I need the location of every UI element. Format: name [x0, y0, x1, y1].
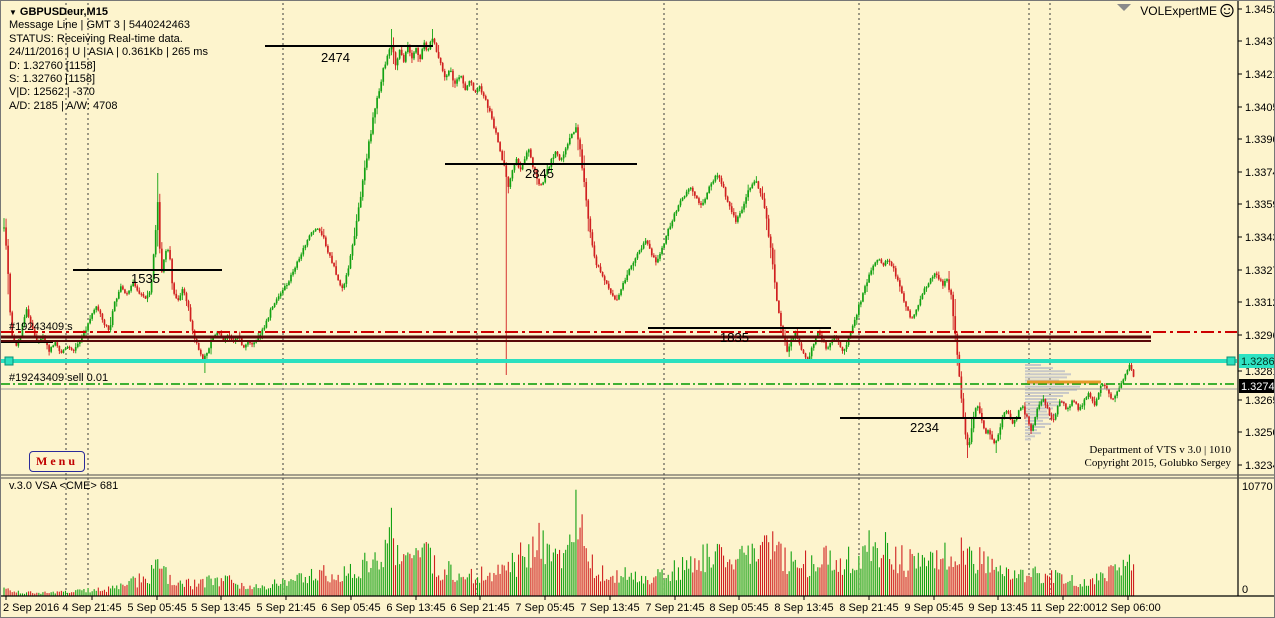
line-handle[interactable]: [4, 356, 14, 366]
price-axis-label: 1.32655: [1245, 395, 1275, 407]
credits-line1: Department of VTS v 3.0 | 1010: [1089, 444, 1231, 456]
time-axis-label: 6 Sep 13:45: [386, 602, 445, 614]
time-axis-label: 5 Sep 21:45: [256, 602, 315, 614]
credits-block: Department of VTS v 3.0 | 1010 Copyright…: [1085, 444, 1231, 469]
time-axis-label: 7 Sep 13:45: [580, 602, 639, 614]
expert-smiley-icon[interactable]: [1220, 3, 1234, 18]
annotation-label: 2474: [321, 50, 350, 65]
time-axis-label: 11 Sep 22:00: [1031, 602, 1096, 614]
annotation-label: 1535: [131, 271, 160, 286]
time-axis-label: 6 Sep 21:45: [450, 602, 509, 614]
time-axis-label: 8 Sep 13:45: [774, 602, 833, 614]
expert-name: VOLExpertME: [1140, 4, 1217, 18]
credits-line2: Copyright 2015, Golubko Sergey: [1084, 456, 1231, 469]
expert-indicator: VOLExpertME: [1117, 3, 1234, 18]
order-labels: #19243409 s #19243409 sell 0.01: [9, 321, 108, 384]
time-axis-label: 8 Sep 05:45: [709, 602, 768, 614]
current-price-tag: 1.32867: [1241, 356, 1275, 368]
time-axis-label: 5 Sep 05:45: [127, 602, 186, 614]
status-line: V|D: 12562 | -370: [9, 86, 95, 99]
price-axis-label: 1.34055: [1245, 102, 1275, 114]
time-axis-label: 9 Sep 05:45: [904, 602, 963, 614]
annotation-label: 2234: [910, 420, 939, 435]
price-axis-label: 1.32965: [1245, 330, 1275, 342]
symbol-dropdown-icon[interactable]: ▼: [9, 8, 17, 17]
symbol-title-row: ▼ GBPUSDeur,M15: [9, 6, 208, 19]
status-line: Message Line | GMT 3 | 5440242463: [9, 19, 191, 32]
order-label: #19243409 sell 0.01: [9, 372, 108, 384]
volume-axis-min: 0: [1242, 584, 1248, 596]
status-line: STATUS: Receiving Real-time data.: [9, 32, 183, 45]
line-handle[interactable]: [1226, 356, 1236, 366]
time-axis-label: 7 Sep 21:45: [645, 602, 704, 614]
price-axis-label: 1.33435: [1245, 232, 1275, 244]
trading-terminal-window: 1535 2474 2845 1835 2234 1.34525 1.34370 1.3421…: [0, 0, 1275, 618]
price-axis-label: 1.32340: [1245, 460, 1275, 472]
price-axis-label: 1.33745: [1245, 167, 1275, 179]
status-line: A/D: 2185 | A/W: 4708: [9, 99, 118, 112]
menu-button[interactable]: Menu: [29, 451, 85, 472]
volume-axis-max: 10770: [1242, 481, 1273, 493]
time-axis-label: 12 Sep 06:00: [1095, 602, 1160, 614]
price-axis-label: 1.33900: [1245, 134, 1275, 146]
price-axis-label: 1.34525: [1245, 4, 1275, 16]
vsa-indicator-label: v.3.0 VSA <CME> 681: [9, 480, 119, 492]
status-line: S: 1.32760 [1158]: [9, 73, 96, 86]
time-axis-label: 2 Sep 2016: [3, 602, 59, 614]
time-axis-label: 8 Sep 21:45: [839, 602, 898, 614]
order-label: #19243409 s: [9, 321, 73, 333]
price-axis-label: 1.33275: [1245, 265, 1275, 277]
current-price-tag: 1.32749: [1241, 381, 1275, 393]
price-axis-label: 1.33590: [1245, 199, 1275, 211]
status-line: D: 1.32760 [1158]: [9, 59, 96, 72]
annotation-label: 1835: [720, 330, 749, 345]
time-axis-label: 5 Sep 13:45: [191, 602, 250, 614]
status-block: ▼ GBPUSDeur,M15 Message Line | GMT 3 | 54…: [9, 6, 208, 113]
price-axis-label: 1.32500: [1245, 427, 1275, 439]
price-axis-label: 1.33120: [1245, 297, 1275, 309]
scroll-marker-icon: [1117, 4, 1131, 11]
symbol-title: GBPUSDeur,M15: [19, 6, 108, 18]
day-separators: [65, 3, 1051, 594]
time-axis-label: 9 Sep 13:45: [968, 602, 1027, 614]
trendline-annotations: 1535 2474 2845 1835 2234: [73, 45, 1021, 435]
time-axis-label: 4 Sep 21:45: [62, 602, 121, 614]
status-line: 24/11/2016 | U | ASIA | 0.361Kb | 265 ms: [9, 46, 208, 59]
price-axis-label: 1.34210: [1245, 69, 1275, 81]
time-axis-label: 6 Sep 05:45: [321, 602, 380, 614]
time-axis-label: 7 Sep 05:45: [515, 602, 574, 614]
volume-bars: [3, 489, 1135, 596]
status-lines: Message Line | GMT 3 | 5440242463 STATUS:…: [9, 19, 208, 113]
price-axis-label: 1.34370: [1245, 36, 1275, 48]
annotation-label: 2845: [525, 166, 554, 181]
